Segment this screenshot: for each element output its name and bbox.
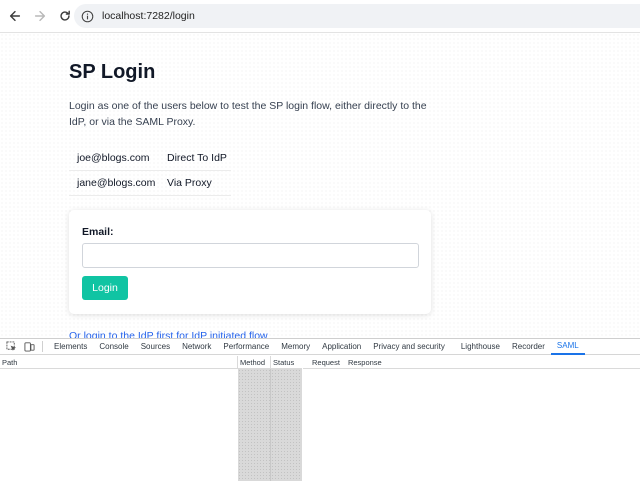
arrow-right-icon [34, 10, 46, 22]
tab-privacy-security[interactable]: Privacy and security [367, 339, 451, 355]
saml-detail-pane: Request Response [303, 356, 640, 481]
user-mode: Direct To IdP [167, 152, 227, 164]
table-row: joe@blogs.com Direct To IdP [69, 146, 231, 171]
address-bar[interactable]: localhost:7282/login [74, 4, 640, 28]
tab-application[interactable]: Application [316, 339, 367, 355]
table-row: jane@blogs.com Via Proxy [69, 171, 231, 196]
tab-memory[interactable]: Memory [275, 339, 316, 355]
tab-network[interactable]: Network [176, 339, 217, 355]
device-toolbar-button[interactable] [22, 340, 36, 354]
tab-saml[interactable]: SAML [550, 339, 585, 355]
column-header-status[interactable]: Status [271, 356, 302, 369]
tab-sources[interactable]: Sources [135, 339, 176, 355]
intro-text: Login as one of the users below to test … [69, 100, 427, 128]
detail-tabbar: Request Response [303, 356, 640, 369]
column-header-path[interactable]: Path [0, 356, 238, 369]
column-header-method[interactable]: Method [238, 356, 271, 369]
inspect-element-button[interactable] [4, 340, 18, 354]
back-button[interactable] [4, 5, 26, 27]
user-email: jane@blogs.com [77, 177, 156, 189]
devtools-tabbar: Elements Console Sources Network Perform… [0, 339, 640, 355]
method-column-empty [238, 369, 271, 481]
page-viewport: SP Login Login as one of the users below… [0, 33, 640, 338]
tab-request[interactable]: Request [303, 358, 345, 367]
arrow-left-icon [9, 10, 21, 22]
forward-button[interactable] [29, 5, 51, 27]
email-field[interactable] [82, 243, 419, 268]
tab-lighthouse[interactable]: Lighthouse [455, 339, 506, 355]
device-icon [23, 342, 35, 352]
saml-request-list: Path Method Status [0, 356, 302, 481]
tab-performance[interactable]: Performance [217, 339, 275, 355]
tab-recorder[interactable]: Recorder [506, 339, 551, 355]
user-email: joe@blogs.com [77, 152, 150, 164]
tab-elements[interactable]: Elements [48, 339, 93, 355]
email-label: Email: [82, 226, 114, 238]
idp-initiated-link[interactable]: Or login to the IdP first for IdP initia… [69, 330, 268, 338]
cursor-select-icon [5, 341, 16, 351]
reload-button[interactable] [54, 5, 76, 27]
saml-panel: Path Method Status Request Response [0, 356, 640, 481]
reload-icon [60, 10, 70, 21]
url-text: localhost:7282/login [102, 10, 195, 22]
status-column-empty [271, 369, 302, 481]
page-title: SP Login [69, 61, 156, 83]
toolbar-divider [42, 341, 43, 352]
browser-toolbar: localhost:7282/login [0, 0, 640, 33]
login-form: Email: Login [69, 210, 431, 314]
users-table: joe@blogs.com Direct To IdP jane@blogs.c… [69, 146, 231, 196]
login-button[interactable]: Login [82, 276, 128, 300]
tab-response[interactable]: Response [345, 358, 387, 367]
site-info-icon[interactable] [81, 10, 94, 23]
user-mode: Via Proxy [167, 177, 212, 189]
tab-console[interactable]: Console [93, 339, 134, 355]
devtools-panel: Elements Console Sources Network Perform… [0, 338, 640, 481]
